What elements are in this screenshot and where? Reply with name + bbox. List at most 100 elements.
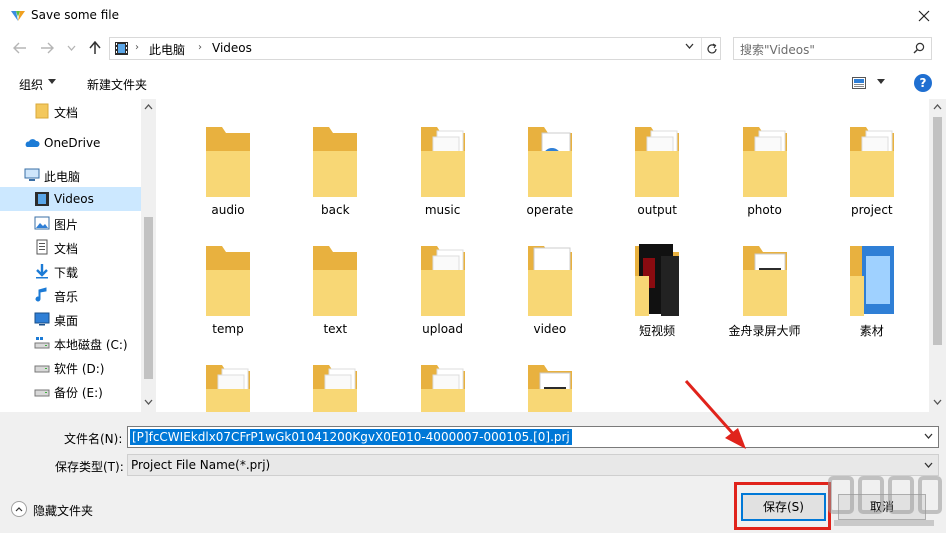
sidebar-item[interactable]: 桌面 (0, 307, 141, 331)
computer-icon (24, 168, 40, 181)
folder-tile[interactable] (391, 337, 491, 412)
filename-field[interactable]: [P]fcCWIEkdlx07CFrP1wGk01041200KgvX0E010… (127, 426, 939, 448)
filename-input[interactable]: [P]fcCWIEkdlx07CFrP1wGk01041200KgvX0E010… (130, 429, 572, 445)
scroll-down-icon[interactable] (144, 399, 153, 405)
sidebar-item[interactable]: 此电脑 (0, 163, 141, 187)
new-folder-button[interactable]: 新建文件夹 (87, 76, 147, 93)
help-button[interactable]: ? (914, 74, 932, 92)
sidebar-item-label: OneDrive (44, 136, 101, 150)
sidebar-item-label: 此电脑 (44, 170, 81, 184)
chevron-down-icon[interactable] (924, 433, 933, 439)
folder-tile[interactable]: operate (498, 99, 598, 217)
folder-tile[interactable]: music (391, 99, 491, 217)
folder-tile[interactable] (176, 337, 276, 412)
sidebar-item-label: 备份 (E:) (54, 386, 103, 400)
sidebar-item-label: 文档 (54, 106, 79, 120)
sidebar-item[interactable]: 本地磁盘 (C:) (0, 331, 141, 355)
command-bar: 组织 新建文件夹 ? (0, 70, 946, 98)
folder-tile[interactable]: 金舟录屏大师 (713, 218, 813, 338)
search-input[interactable]: 搜索"Videos" (740, 41, 815, 58)
folder-tile[interactable]: photo (713, 99, 813, 217)
folder-name: photo (747, 203, 782, 217)
folder-tile[interactable]: output (605, 99, 705, 217)
address-bar[interactable]: › 此电脑 › Videos (109, 37, 721, 60)
view-options-icon[interactable] (852, 77, 866, 89)
drive-icon (34, 389, 50, 397)
scroll-up-icon[interactable] (933, 104, 942, 110)
scroll-down-icon[interactable] (933, 399, 942, 405)
folder-tile[interactable]: text (283, 218, 383, 336)
close-button[interactable] (910, 4, 938, 28)
sidebar-item-label: Videos (54, 192, 94, 206)
up-button[interactable] (86, 39, 104, 57)
sidebar-item[interactable]: 音乐 (0, 283, 141, 307)
video-folder-icon (35, 192, 49, 206)
caret-down-icon[interactable] (877, 79, 885, 84)
drive-icon (34, 365, 50, 373)
breadcrumb-separator: › (198, 42, 202, 53)
video-folder-icon (115, 42, 128, 55)
documents-icon (36, 239, 48, 255)
navigation-pane: 文档 OneDrive 此电脑 Videos 图片 文档 下载 音乐 桌面 本地磁盘 (C:) 软件… (0, 99, 156, 412)
chevron-down-icon[interactable] (685, 43, 694, 49)
chevron-down-icon (67, 45, 75, 51)
refresh-button[interactable] (701, 38, 721, 59)
folder-tile[interactable]: upload (391, 218, 491, 336)
sidebar-item[interactable]: 软件 (D:) (0, 355, 141, 379)
folder-name: output (637, 203, 677, 217)
folder-name: text (323, 322, 348, 336)
folder-tile[interactable]: 短视频 (605, 218, 705, 338)
sidebar-item[interactable]: 文档 (0, 99, 141, 123)
search-box[interactable]: 搜索"Videos" (733, 37, 932, 60)
folder-name: 金舟录屏大师 (728, 324, 801, 338)
folder-tile[interactable]: 素材 (820, 218, 920, 338)
forward-button[interactable] (38, 39, 56, 57)
sidebar-item[interactable]: OneDrive (0, 131, 141, 155)
sidebar-item[interactable]: 文档 (0, 235, 141, 259)
folder-icon (313, 246, 358, 316)
folder-tile[interactable]: project (820, 99, 920, 217)
sidebar-item[interactable]: 备份 (E:) (0, 379, 141, 403)
arrow-left-icon (13, 42, 26, 54)
filetype-select[interactable]: Project File Name(*.prj) (127, 454, 939, 476)
save-button[interactable]: 保存(S) (741, 493, 826, 521)
sidebar-item[interactable]: 图片 (0, 211, 141, 235)
sidebar-item[interactable]: Videos (0, 187, 141, 211)
back-button[interactable] (11, 39, 29, 57)
sidebar-item-label: 图片 (54, 218, 79, 232)
folder-tile[interactable]: video (498, 218, 598, 336)
folder-icon (420, 246, 465, 316)
folder-tile[interactable]: back (283, 99, 383, 217)
refresh-icon (706, 42, 717, 53)
sidebar-item[interactable]: 下载 (0, 259, 141, 283)
chevron-up-icon (15, 506, 23, 511)
file-grid: audio back music operate output photo project t… (157, 99, 929, 412)
folder-tile[interactable]: audio (176, 99, 276, 217)
folder-icon (742, 246, 787, 316)
navigation-scrollbar[interactable] (141, 99, 156, 412)
scroll-thumb[interactable] (933, 117, 942, 345)
scroll-up-icon[interactable] (144, 104, 153, 110)
folder-icon (420, 127, 465, 197)
breadcrumb-this-pc[interactable]: 此电脑 (149, 41, 185, 58)
breadcrumb-videos[interactable]: Videos (212, 41, 252, 55)
folder-icon (35, 103, 49, 119)
scroll-thumb[interactable] (144, 217, 153, 379)
folder-icon (635, 127, 680, 197)
folder-icon (527, 365, 572, 412)
recent-locations-button[interactable] (62, 39, 80, 57)
folder-name: upload (422, 322, 464, 336)
folder-name: audio (211, 203, 245, 217)
organize-button[interactable]: 组织 (19, 76, 43, 93)
file-scrollbar[interactable] (929, 99, 946, 412)
download-icon (36, 264, 48, 279)
pictures-icon (34, 216, 50, 230)
folder-tile[interactable] (498, 337, 598, 412)
close-icon (918, 10, 930, 22)
title-bar: Save some file (0, 0, 946, 32)
chevron-down-icon[interactable] (924, 462, 933, 468)
arrow-right-icon (41, 42, 54, 54)
folder-tile[interactable]: temp (176, 218, 276, 336)
folder-tile[interactable] (283, 337, 383, 412)
folder-icon (635, 244, 680, 316)
